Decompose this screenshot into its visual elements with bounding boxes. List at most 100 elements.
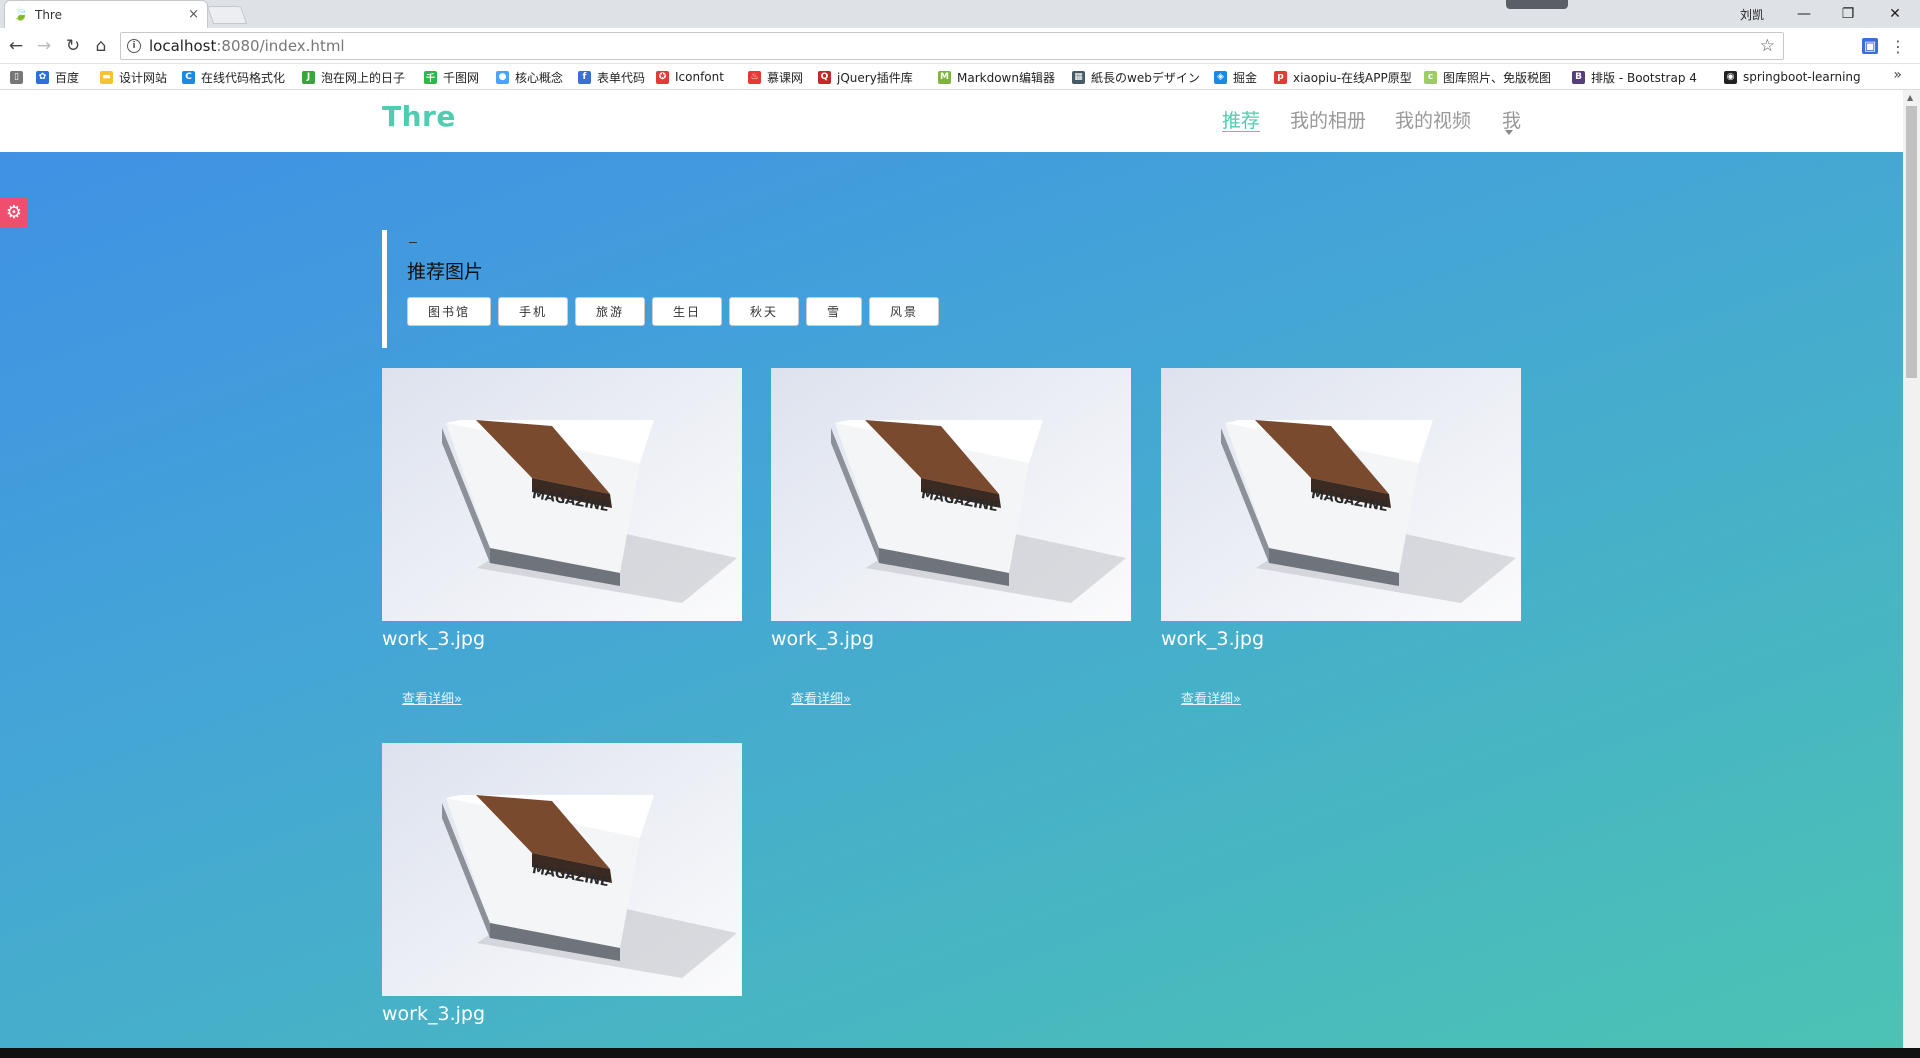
tag-button[interactable]: 秋天 [729,297,799,326]
bookmark-item[interactable]: ● 核心概念 [496,69,563,85]
photo-name: work_3.jpg [382,1003,486,1025]
photo-thumbnail[interactable]: MAGAZINE [382,743,742,996]
page-scrollbar[interactable]: ▲ [1903,90,1920,1048]
photo-card[interactable]: MAGAZINE work_3.jpg 查看详细» [771,368,1131,707]
bookmark-item[interactable]: J 泡在网上的日子 [302,69,405,85]
bookmark-icon: 千 [424,70,437,84]
nav-me[interactable]: 我 [1502,106,1521,133]
new-tab-button[interactable] [206,6,248,24]
bookmark-label: 泡在网上的日子 [321,70,406,85]
bookmark-label: 千图网 [443,70,480,85]
bookmark-item[interactable]: ▬ 设计网站 [100,69,167,85]
site-logo[interactable]: Thre [382,100,456,133]
bookmark-icon: B [1572,70,1585,84]
bookmark-label: 排版 - Bootstrap 4 [1591,70,1697,85]
home-icon[interactable]: ⌂ [91,36,111,56]
view-details-link[interactable]: 查看详细» [402,688,462,707]
bookmark-icon: ✪ [656,70,669,84]
restore-icon[interactable]: ❐ [1838,4,1858,24]
bookmark-item[interactable]: ✿ 百度 [36,69,79,85]
bookmark-item[interactable]: 千千图网 [424,69,479,85]
view-details-link[interactable]: 查看详细» [1181,688,1241,707]
address-bar[interactable]: i localhost:8080/index.html ☆ [120,32,1784,60]
photo-card[interactable]: MAGAZINE work_3.jpg 查看详细» [1161,368,1521,707]
bookmark-item[interactable]: c 图库照片、免版税图 [1424,69,1551,85]
bookmark-label: 设计网站 [119,70,168,85]
bookmark-item[interactable]: M Markdown编辑器 [938,69,1055,85]
tag-button[interactable]: 图书馆 [407,297,491,326]
browser-tab[interactable]: 🍃 Thre × [4,0,208,28]
tag-button[interactable]: 手机 [498,297,568,326]
bookmark-label: 表单代码 [597,70,646,85]
more-bookmarks-icon[interactable]: » [1893,67,1902,83]
back-icon[interactable]: ← [6,36,26,56]
photo-card[interactable]: MAGAZINE work_3.jpg [382,743,742,1025]
bookmark-label: jQuery插件库 [837,70,913,85]
bookmark-icon: M [938,70,951,84]
scroll-up-icon[interactable]: ▲ [1907,93,1913,102]
bookmark-label: 百度 [55,70,80,85]
window-close-icon[interactable]: ✕ [1885,4,1905,24]
bookmark-item[interactable]: ♨ 慕课网 [748,69,803,85]
bookmark-icon: ▯ [10,70,23,84]
bookmark-label: 核心概念 [515,70,564,85]
nav-recommend[interactable]: 推荐 [1222,106,1260,133]
tag-button[interactable]: 生日 [652,297,722,326]
bookmark-label: 紙長のwebデザイン [1091,70,1200,85]
bookmark-icon: ▦ [1072,70,1085,84]
tag-button[interactable]: 旅游 [575,297,645,326]
photo-name: work_3.jpg [771,628,875,650]
bookmark-icon: Q [818,70,831,84]
reload-icon[interactable]: ↻ [63,36,83,56]
bookmark-label: xiaopiu-在线APP原型 [1293,70,1412,85]
menu-icon[interactable]: ⋮ [1890,37,1906,56]
chevron-down-icon[interactable] [1505,130,1513,135]
profile-indicator [1506,0,1568,9]
leaf-icon: 🍃 [12,7,30,22]
bookmark-icon: p [1274,70,1287,84]
bookmark-icon: ♨ [748,70,761,84]
bookmark-item[interactable]: QjQuery插件库 [818,69,913,85]
bookmark-item[interactable]: f 表单代码 [578,69,645,85]
tag-list: 图书馆 手机 旅游 生日 秋天 雪 风景 [407,297,946,326]
photo-name: work_3.jpg [382,628,486,650]
close-tab-icon[interactable]: × [188,7,199,22]
gear-icon[interactable]: ⚙ [0,197,28,227]
nav-my-videos[interactable]: 我的视频 [1395,106,1471,133]
bookmark-icon: ▬ [100,70,113,84]
url-text[interactable]: localhost:8080/index.html [149,37,345,55]
bookmark-item[interactable]: p xiaopiu-在线APP原型 [1274,69,1412,85]
bookmark-icon: f [578,70,591,84]
photo-thumbnail[interactable]: MAGAZINE [1161,368,1521,621]
bookmark-item[interactable]: ▯ [10,69,29,85]
view-details-link[interactable]: 查看详细» [791,688,851,707]
site-header: Thre 推荐 我的相册 我的视频 我 [0,90,1903,152]
bookmark-item[interactable]: ◈ 掘金 [1214,69,1257,85]
bookmark-label: 掘金 [1233,70,1258,85]
user-name[interactable]: 刘凯 [1740,6,1764,23]
bookmark-item[interactable]: B 排版 - Bootstrap 4 [1572,69,1697,85]
tag-button[interactable]: 风景 [869,297,939,326]
photo-thumbnail[interactable]: MAGAZINE [382,368,742,621]
bookmark-icon: C [182,70,195,84]
extension-icon[interactable]: ▣ [1862,38,1878,54]
tag-button[interactable]: 雪 [806,297,862,326]
bookmark-item[interactable]: ▦ 紙長のwebデザイン [1072,69,1200,85]
scroll-thumb[interactable] [1906,106,1917,378]
forward-icon[interactable]: → [34,36,54,56]
bookmark-item[interactable]: ◉ springboot-learning [1724,69,1861,85]
bookmark-star-icon[interactable]: ☆ [1760,36,1775,56]
bookmark-item[interactable]: C 在线代码格式化 [182,69,285,85]
info-icon[interactable]: i [127,39,141,53]
bookmark-item[interactable]: ✪ Iconfont [656,69,724,85]
photo-card[interactable]: MAGAZINE work_3.jpg 查看详细» [382,368,742,707]
bookmark-label: 图库照片、免版税图 [1443,70,1552,85]
browser-toolbar: ← → ↻ ⌂ i localhost:8080/index.html ☆ ▣ … [0,28,1920,64]
nav-my-albums[interactable]: 我的相册 [1290,106,1366,133]
photo-thumbnail[interactable]: MAGAZINE [771,368,1131,621]
photo-name: work_3.jpg [1161,628,1265,650]
bookmark-label: Iconfont [675,70,724,84]
minimize-icon[interactable]: — [1794,4,1814,24]
bookmark-icon: ◉ [1724,70,1737,84]
bookmark-icon: ✿ [36,70,49,84]
